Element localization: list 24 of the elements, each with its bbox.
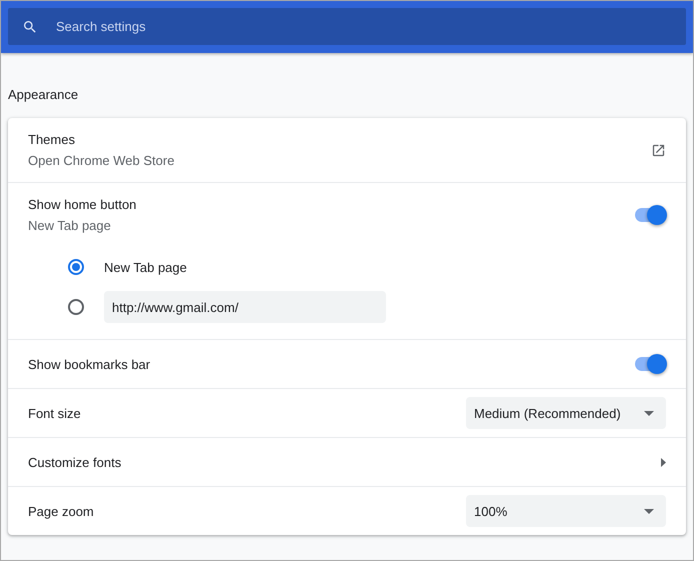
search-input[interactable]: Search settings (54, 18, 686, 35)
dropdown-select[interactable]: Medium (Recommended) (466, 397, 666, 429)
dropdown-caret-icon (644, 410, 654, 416)
radio-button[interactable] (68, 259, 84, 275)
setting-label: Customize fonts (28, 454, 122, 470)
toggle-switch[interactable] (635, 357, 666, 371)
dropdown-caret-icon (644, 508, 654, 514)
setting-label: Show home button (28, 197, 138, 212)
radio-label: New Tab page (104, 260, 187, 274)
setting-sublabel: New Tab page (28, 218, 112, 233)
setting-label: Themes (28, 132, 76, 147)
radio-button[interactable] (68, 299, 84, 315)
toggle-switch[interactable] (635, 208, 666, 222)
dropdown-select[interactable]: 100% (466, 495, 666, 527)
chevron-right-icon[interactable] (661, 458, 666, 466)
url-field[interactable]: http://www.gmail.com/ (104, 291, 386, 323)
setting-sublabel: Open Chrome Web Store (28, 153, 176, 168)
section-title: Appearance (7, 86, 80, 104)
setting-label: Page zoom (28, 504, 95, 518)
external-link-icon[interactable] (651, 142, 666, 158)
setting-label: Show bookmarks bar (28, 356, 152, 372)
search-icon (22, 18, 38, 34)
search-field[interactable]: Search settings (8, 8, 686, 45)
setting-label: Font size (28, 406, 82, 420)
